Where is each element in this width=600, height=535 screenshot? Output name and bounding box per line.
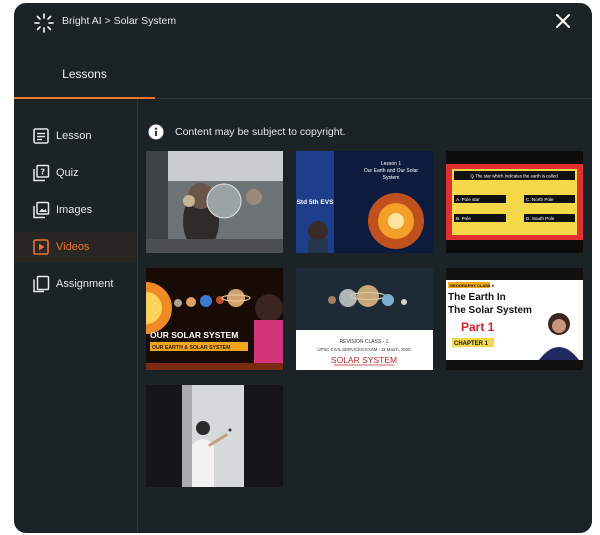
revision-line-1: REVISION CLASS - 1 — [340, 339, 389, 345]
sidebar-item-label: Images — [56, 204, 93, 216]
quiz-question: Q The star which indicates the earth is … — [470, 174, 558, 179]
quiz-option-b: B. Pole — [456, 216, 471, 221]
tab-lessons-label: Lessons — [62, 67, 107, 81]
sidebar-item-label: Lesson — [56, 130, 92, 142]
video-thumbnail-std-5th-evs[interactable]: Lesson 1 Our Earth and Our Solar System … — [296, 151, 433, 253]
copyright-notice-text: Content may be subject to copyright. — [175, 126, 346, 138]
sidebar-item-lesson[interactable]: Lesson — [14, 121, 137, 151]
evs-line-3: System — [383, 175, 400, 181]
videos-icon — [33, 239, 49, 255]
evs-line-4: Std 5th EVS — [297, 199, 335, 206]
sidebar-item-label: Assignment — [56, 278, 114, 290]
svg-text:?: ? — [40, 168, 45, 177]
solar-subtitle: OUR EARTH & SOLAR SYSTEM — [152, 345, 230, 351]
panel-header: Bright AI > Solar System — [14, 3, 592, 43]
solar-title: OUR SOLAR SYSTEM — [150, 330, 238, 340]
evs-line-1: Lesson 1 — [381, 161, 402, 167]
assignment-icon — [33, 275, 50, 293]
earth-quiz-image: Q The star which indicates the earth is … — [446, 151, 583, 253]
breadcrumb: Bright AI > Solar System — [62, 15, 177, 27]
std-5th-evs-image: Lesson 1 Our Earth and Our Solar System … — [296, 151, 433, 253]
evs-line-2: Our Earth and Our Solar — [364, 168, 419, 174]
video-thumbnail-our-solar-system[interactable]: OUR SOLAR SYSTEM OUR EARTH & SOLAR SYSTE… — [146, 268, 283, 370]
lessons-panel: Bright AI > Solar System Lessons Lesson — [14, 3, 592, 533]
video-thumbnail-revision-class[interactable]: REVISION CLASS - 1 UPSC CIVIL SERVICES E… — [296, 268, 433, 370]
revision-line-2: UPSC CIVIL SERVICES EXAM - 11 March, 202… — [317, 347, 411, 352]
quiz-option-a: A. Pole star — [456, 197, 480, 202]
video-thumbnail-earth-quiz[interactable]: Q The star which indicates the earth is … — [446, 151, 583, 253]
sparkle-logo-icon — [34, 13, 54, 33]
images-icon — [33, 201, 50, 219]
earth-line-2: The Earth In — [448, 292, 506, 303]
quiz-option-d: D. South Pole — [526, 216, 555, 221]
videos-content: Content may be subject to copyright. Les… — [138, 99, 592, 533]
sidebar-item-label: Quiz — [56, 167, 79, 179]
earth-in-solar-system-image: GEOGRAPHY CLASS 6 The Earth In The Solar… — [446, 268, 583, 370]
copyright-notice: Content may be subject to copyright. — [148, 124, 345, 140]
planet-models-image — [146, 151, 283, 253]
earth-line-4: Part 1 — [461, 320, 495, 334]
tab-lessons[interactable]: Lessons — [14, 43, 155, 99]
whiteboard-lesson-image — [146, 385, 283, 487]
quiz-option-c: C. North Pole — [526, 197, 554, 202]
sidebar: Lesson ? Quiz Images Videos Assignment — [14, 99, 138, 533]
sidebar-item-label: Videos — [56, 241, 90, 253]
video-thumbnail-earth-in-solar-system[interactable]: GEOGRAPHY CLASS 6 The Earth In The Solar… — [446, 268, 583, 370]
sidebar-item-assignment[interactable]: Assignment — [14, 269, 137, 299]
revision-class-image: REVISION CLASS - 1 UPSC CIVIL SERVICES E… — [296, 268, 433, 370]
tab-bar: Lessons — [14, 43, 592, 99]
sidebar-item-videos[interactable]: Videos — [14, 232, 137, 262]
sidebar-item-images[interactable]: Images — [14, 195, 137, 225]
revision-line-3: SOLAR SYSTEM — [331, 355, 397, 365]
video-thumbnail-planet-models[interactable] — [146, 151, 283, 253]
close-icon[interactable] — [554, 12, 572, 30]
sidebar-item-quiz[interactable]: ? Quiz — [14, 158, 137, 188]
video-thumbnail-whiteboard-lesson[interactable] — [146, 385, 283, 487]
lesson-icon — [33, 128, 49, 144]
our-solar-system-image: OUR SOLAR SYSTEM OUR EARTH & SOLAR SYSTE… — [146, 268, 283, 370]
info-icon — [148, 124, 164, 140]
earth-line-1: GEOGRAPHY CLASS 6 — [450, 283, 495, 288]
quiz-icon: ? — [33, 164, 50, 182]
earth-line-5: CHAPTER 1 — [454, 341, 489, 347]
earth-line-3: The Solar System — [448, 305, 532, 316]
